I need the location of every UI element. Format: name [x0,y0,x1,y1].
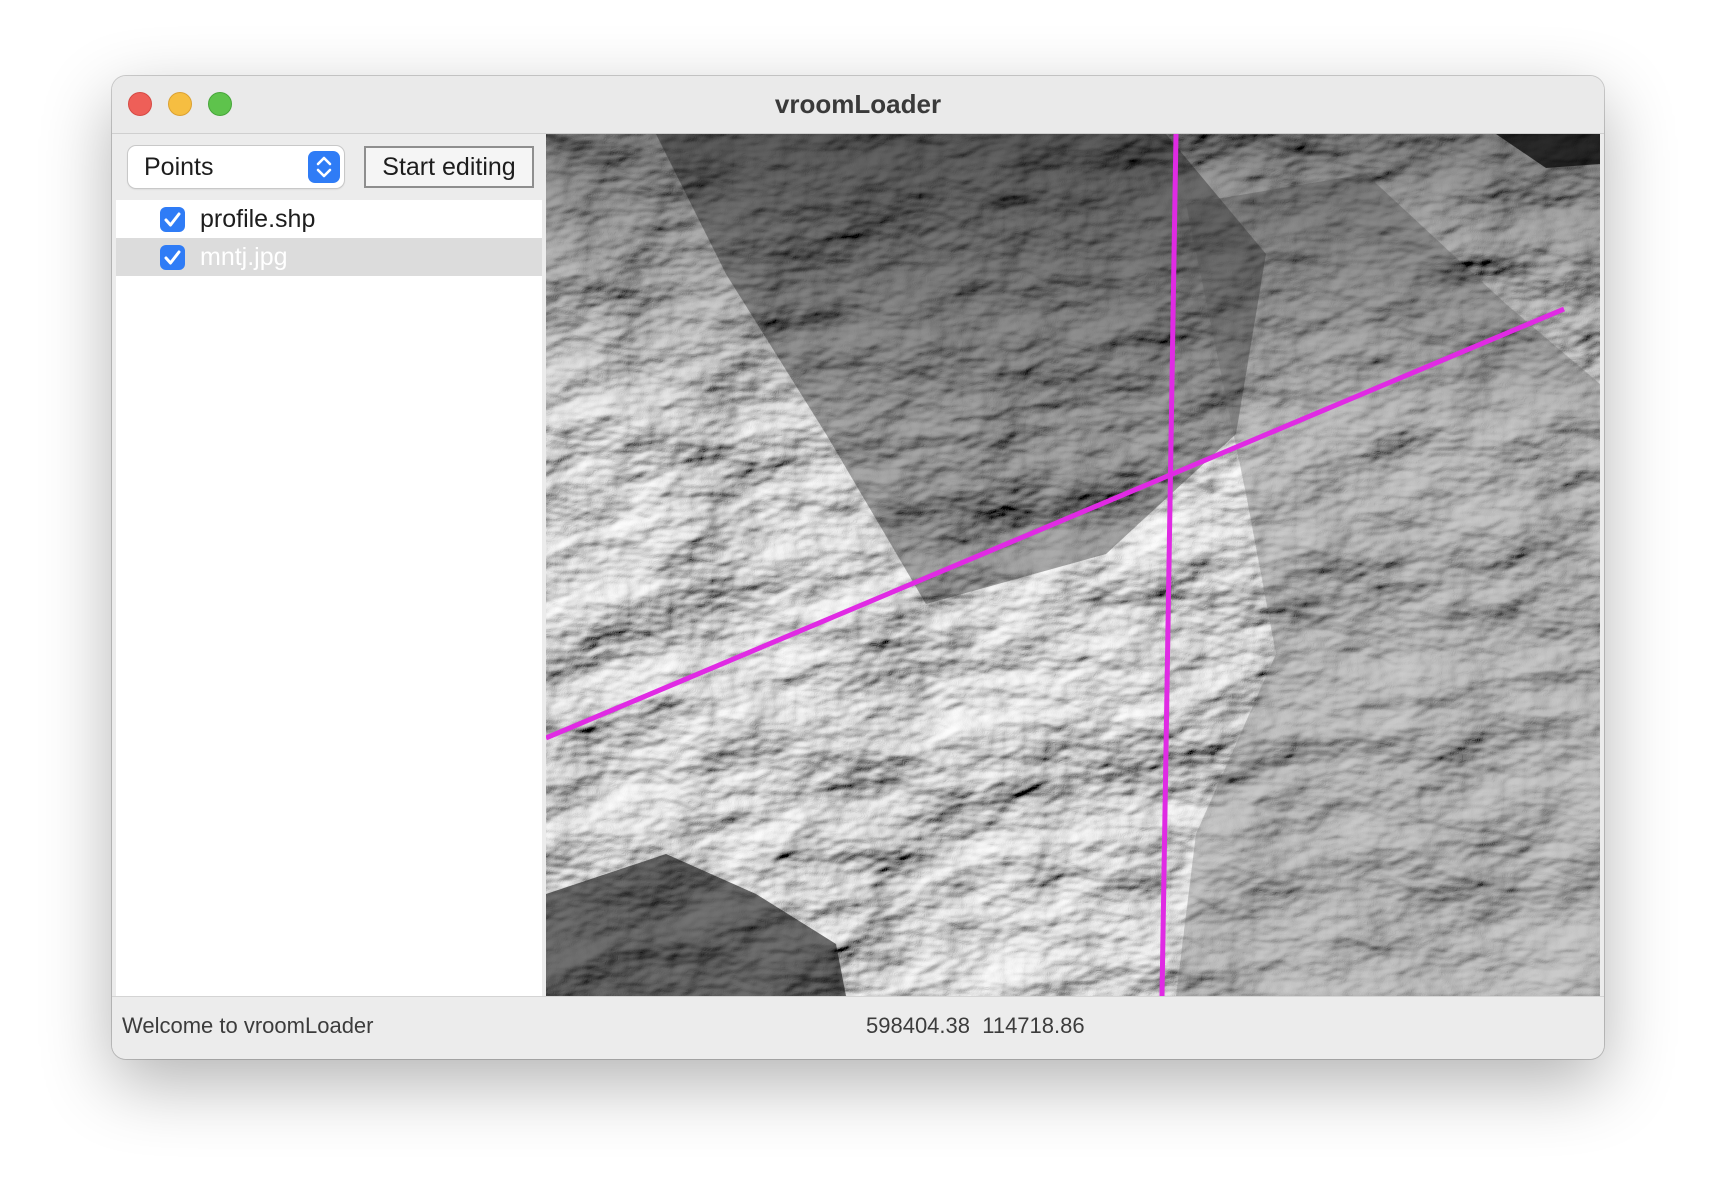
status-message: Welcome to vroomLoader [122,1013,374,1038]
status-bar: Welcome to vroomLoader 598404.38 114718.… [112,996,1604,1059]
map-canvas[interactable] [546,134,1600,996]
main-area: Points Start editing profile.shp mntj.jp… [116,134,1600,996]
layer-row-mntj[interactable]: mntj.jpg [116,238,542,276]
sidebar: Points Start editing profile.shp mntj.jp… [116,134,542,996]
title-bar[interactable]: vroomLoader [112,76,1604,134]
layer-list: profile.shp mntj.jpg [116,200,542,276]
checkmark-icon [164,250,181,265]
mode-select[interactable]: Points [128,146,344,188]
window-title: vroomLoader [774,89,942,119]
coord-y: 114718.86 [982,1013,1085,1038]
layer-visibility-checkbox[interactable] [160,245,185,270]
layer-name: mntj.jpg [200,243,288,271]
hillshade-raster [546,134,1600,996]
layer-visibility-checkbox[interactable] [160,207,185,232]
checkmark-icon [164,212,181,227]
coord-x: 598404.38 [866,1013,970,1038]
layer-name: profile.shp [200,205,316,233]
app-window: vroomLoader Points Start editing profile… [112,76,1604,1059]
up-down-chevron-icon [308,151,340,183]
layer-row-profile[interactable]: profile.shp [116,200,542,238]
start-editing-button[interactable]: Start editing [364,146,534,188]
mode-select-value: Points [144,153,214,181]
cursor-coordinates: 598404.38 114718.86 [866,997,1085,1055]
sidebar-toolbar: Points Start editing [116,134,542,200]
